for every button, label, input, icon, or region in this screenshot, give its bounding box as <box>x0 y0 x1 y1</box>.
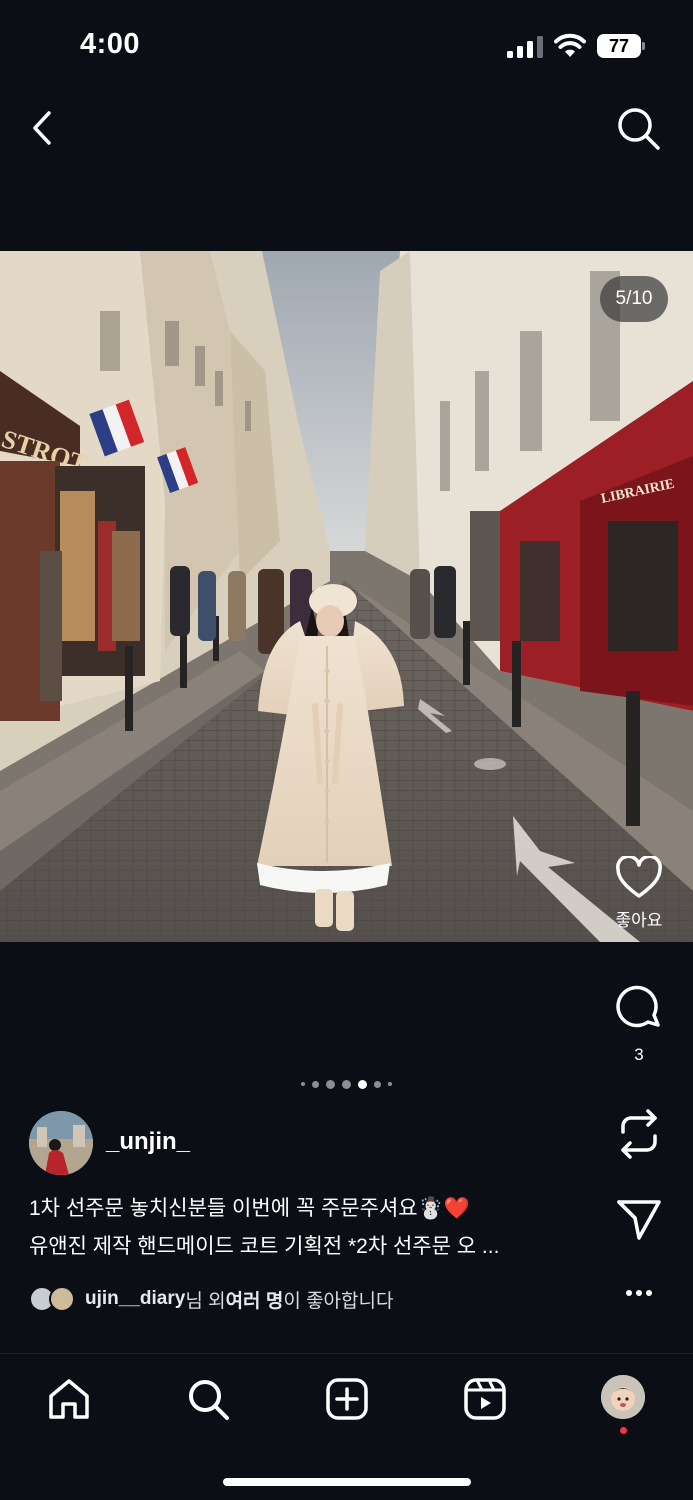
comment-icon[interactable] <box>615 983 663 1031</box>
like-action[interactable]: 좋아요 <box>594 856 684 931</box>
wifi-icon <box>554 33 586 57</box>
caption-line-2[interactable]: 유앤진 제작 핸드메이드 코트 기획전 *2차 선주문 오 ... <box>29 1232 589 1262</box>
back-button[interactable] <box>26 108 60 148</box>
home-icon[interactable] <box>44 1374 94 1424</box>
liker-avatar <box>49 1286 75 1312</box>
carousel-dot-active <box>358 1079 367 1089</box>
caption-line-1[interactable]: 1차 선주문 놓치신분들 이번에 꼭 주문주셔요☃️❤️ <box>29 1194 589 1224</box>
image-counter-badge: 5/10 <box>600 276 668 322</box>
search-icon[interactable] <box>183 1374 233 1424</box>
chevron-left-icon <box>33 111 51 145</box>
more-options-action[interactable] <box>594 1286 684 1300</box>
carousel-dot <box>342 1079 351 1089</box>
author-avatar[interactable] <box>29 1111 93 1175</box>
heart-icon[interactable] <box>615 856 663 900</box>
profile-avatar[interactable] <box>601 1375 645 1419</box>
comment-count: 3 <box>634 1045 644 1064</box>
liker-username[interactable]: ujin__diary <box>85 1288 185 1310</box>
battery-cap <box>642 42 645 50</box>
notification-dot <box>620 1427 627 1434</box>
status-time: 4:00 <box>80 28 141 60</box>
share-action[interactable] <box>594 1198 684 1242</box>
battery-level: 77 <box>597 34 641 58</box>
search-button[interactable] <box>614 104 662 152</box>
status-bar: 4:00 77 <box>0 0 693 92</box>
author-username[interactable]: _unjin_ <box>106 1128 190 1156</box>
repost-action[interactable] <box>594 1108 684 1160</box>
carousel-dot <box>374 1080 381 1088</box>
send-icon[interactable] <box>615 1198 663 1242</box>
carousel-dot <box>312 1080 319 1088</box>
comment-action[interactable]: 3 <box>594 983 684 1065</box>
like-label: 좋아요 <box>615 911 663 930</box>
carousel-dot <box>301 1082 305 1086</box>
likes-text-bold[interactable]: 여러 명 <box>226 1286 284 1313</box>
home-indicator[interactable] <box>223 1478 471 1486</box>
signal-icon <box>507 36 543 58</box>
liker-avatars <box>29 1286 77 1312</box>
add-icon[interactable] <box>322 1374 372 1424</box>
likes-text-end: 이 좋아합니다 <box>283 1290 394 1312</box>
reels-icon[interactable] <box>460 1374 510 1424</box>
likes-summary[interactable]: ujin__diary 님 외 여러 명 이 좋아합니다 <box>29 1285 393 1313</box>
carousel-dots <box>0 1078 693 1090</box>
post-photo[interactable]: STROT LIBRAIRIE <box>0 251 693 942</box>
carousel-dot <box>326 1079 335 1089</box>
battery-icon: 77 <box>597 34 645 58</box>
carousel-dot <box>388 1082 392 1086</box>
more-icon[interactable] <box>615 1286 663 1300</box>
likes-text-mid: 님 외 <box>185 1290 226 1312</box>
repost-icon[interactable] <box>615 1108 663 1160</box>
search-icon <box>618 108 660 150</box>
